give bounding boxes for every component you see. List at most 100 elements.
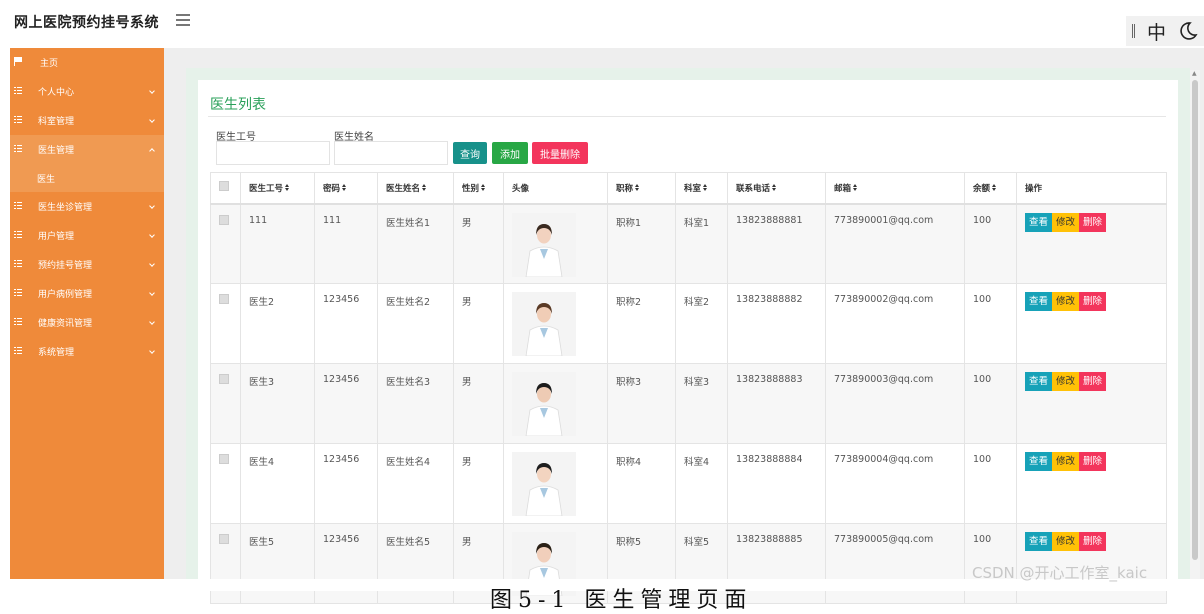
batch-delete-button[interactable]: 批量删除	[532, 142, 588, 164]
figure-caption: 图5-1 医生管理页面	[490, 588, 753, 613]
edit-button[interactable]: 修改	[1052, 372, 1080, 391]
sidebar-item-system[interactable]: 系统管理	[10, 337, 164, 366]
sidebar-item-cases[interactable]: 用户病例管理	[10, 279, 164, 308]
delete-button[interactable]: 删除	[1079, 532, 1107, 551]
sidebar-item-label: 主页	[40, 59, 59, 69]
sort-icon[interactable]	[635, 184, 641, 193]
chevron-down-icon	[149, 232, 155, 238]
column-header-label: 科室	[684, 183, 702, 194]
edit-button[interactable]: 修改	[1052, 532, 1080, 551]
cell-email: 773890001@qq.com	[825, 203, 965, 284]
doctor-id-input[interactable]	[216, 141, 330, 165]
view-button[interactable]: 查看	[1025, 532, 1053, 551]
row-checkbox[interactable]	[219, 294, 229, 304]
cell-gender: 男	[453, 283, 504, 364]
delete-button[interactable]: 删除	[1079, 452, 1107, 471]
chevron-down-icon	[149, 117, 155, 123]
add-button[interactable]: 添加	[492, 142, 528, 164]
column-header[interactable]: 余额	[964, 172, 1017, 205]
doctor-avatar	[512, 372, 576, 436]
sort-icon[interactable]	[481, 184, 487, 193]
vertical-scrollbar[interactable]: ▲	[1190, 70, 1200, 579]
sort-icon[interactable]	[342, 184, 348, 193]
sort-icon[interactable]	[422, 184, 428, 193]
cell-id: 医生3	[240, 363, 315, 444]
row-checkbox[interactable]	[219, 374, 229, 384]
doctor-name-input[interactable]	[334, 141, 448, 165]
edit-button[interactable]: 修改	[1052, 292, 1080, 311]
cell-password: 123456	[314, 443, 378, 524]
sort-icon[interactable]	[853, 184, 859, 193]
row-checkbox[interactable]	[219, 454, 229, 464]
column-header[interactable]: 密码	[314, 172, 378, 205]
sort-icon[interactable]	[703, 184, 709, 193]
sidebar-item-consult[interactable]: 医生坐诊管理	[10, 192, 164, 221]
sidebar-item-home[interactable]: 主页	[10, 48, 164, 77]
cell-actions: 查看 修改 删除	[1016, 283, 1167, 364]
scroll-up-icon[interactable]: ▲	[1192, 70, 1197, 77]
cell-phone: 13823888884	[727, 443, 826, 524]
row-select-cell	[210, 443, 241, 524]
scrollbar-thumb[interactable]	[1192, 80, 1198, 560]
sidebar-item-label: 用户管理	[38, 232, 75, 242]
select-all-checkbox[interactable]	[219, 181, 229, 192]
row-checkbox[interactable]	[219, 534, 229, 544]
sidebar-item-news[interactable]: 健康资讯管理	[10, 308, 164, 337]
sort-icon[interactable]	[772, 184, 778, 193]
sidebar-item-users[interactable]: 用户管理	[10, 221, 164, 250]
grid-icon	[14, 347, 22, 354]
cell-title: 职称2	[607, 283, 676, 364]
sidebar-item-appointment[interactable]: 预约挂号管理	[10, 250, 164, 279]
delete-button[interactable]: 删除	[1079, 212, 1107, 232]
sidebar-subitem-doctor[interactable]: 医生	[10, 164, 164, 192]
column-header[interactable]: 职称	[607, 172, 676, 205]
moon-icon[interactable]	[1178, 21, 1198, 41]
sidebar-item-personal[interactable]: 个人中心	[10, 77, 164, 106]
column-header[interactable]: 邮箱	[825, 172, 965, 205]
cell-title: 职称1	[607, 203, 676, 284]
grid-icon	[14, 145, 22, 152]
language-switch[interactable]: 中	[1147, 18, 1166, 45]
select-all-cell	[210, 172, 241, 205]
grid-icon	[14, 289, 22, 296]
row-select-cell	[210, 363, 241, 444]
sort-icon[interactable]	[992, 184, 998, 193]
doctor-table: 医生工号 密码 医生姓名 性别 头像 职称 科室 联系电话 邮箱 余额 操作 1…	[210, 172, 1167, 604]
delete-button[interactable]: 删除	[1079, 372, 1107, 391]
column-header[interactable]: 医生姓名	[377, 172, 454, 205]
column-header[interactable]: 科室	[675, 172, 728, 205]
query-button[interactable]: 查询	[453, 142, 487, 164]
cell-password: 123456	[314, 283, 378, 364]
cell-avatar	[503, 443, 608, 524]
edit-button[interactable]: 修改	[1052, 452, 1080, 471]
sidebar: 主页 个人中心 科室管理 医生管理 医生 医生坐诊管理 用户管理 预约挂号管理 …	[10, 48, 164, 579]
column-header[interactable]: 性别	[453, 172, 504, 205]
cell-name: 医生姓名5	[377, 523, 454, 604]
divider	[1132, 24, 1135, 38]
delete-button[interactable]: 删除	[1079, 292, 1107, 311]
menu-toggle-icon[interactable]	[176, 14, 190, 26]
doctor-avatar	[512, 292, 576, 356]
edit-button[interactable]: 修改	[1052, 212, 1080, 232]
row-checkbox[interactable]	[219, 214, 229, 225]
cell-email: 773890002@qq.com	[825, 283, 965, 364]
column-header[interactable]: 医生工号	[240, 172, 315, 205]
table-row: 医生3 123456 医生姓名3 男 职称3 科室3 13823888883 77389000…	[210, 363, 1167, 444]
view-button[interactable]: 查看	[1025, 292, 1053, 311]
sort-icon[interactable]	[285, 184, 291, 193]
column-header-label: 余额	[973, 183, 991, 194]
doctor-list-panel: 医生列表 医生工号 医生姓名 查询 添加 批量删除 医生工号 密码 医生姓名 性…	[198, 80, 1178, 604]
view-button[interactable]: 查看	[1025, 372, 1053, 391]
cell-avatar	[503, 363, 608, 444]
column-header[interactable]: 联系电话	[727, 172, 826, 205]
sidebar-item-doctor[interactable]: 医生管理	[10, 135, 164, 164]
column-header: 操作	[1016, 172, 1167, 205]
sidebar-item-department[interactable]: 科室管理	[10, 106, 164, 135]
doctor-avatar	[512, 212, 576, 277]
cell-id: 医生2	[240, 283, 315, 364]
cell-gender: 男	[453, 443, 504, 524]
view-button[interactable]: 查看	[1025, 452, 1053, 471]
divider	[208, 116, 1166, 117]
chevron-down-icon	[149, 319, 155, 325]
view-button[interactable]: 查看	[1025, 212, 1053, 232]
